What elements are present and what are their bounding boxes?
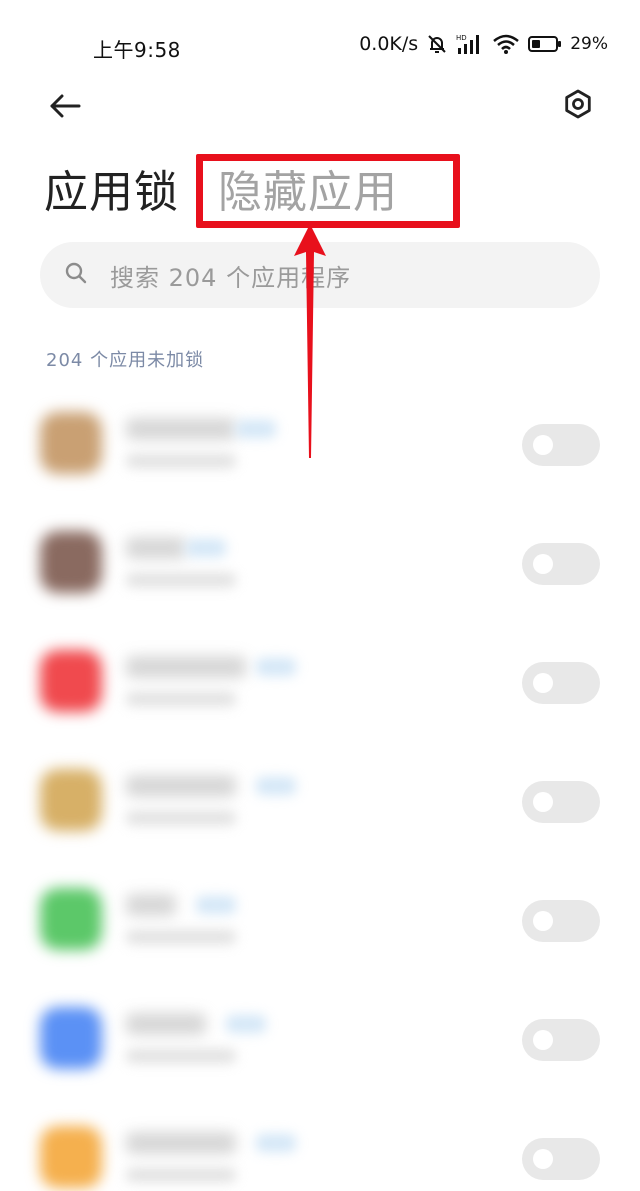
app-list-item[interactable] xyxy=(0,1098,640,1191)
app-tag-blurred xyxy=(256,1134,296,1152)
toggle-knob xyxy=(533,673,553,693)
app-icon xyxy=(40,888,102,950)
app-name-blurred xyxy=(126,775,236,797)
app-tag-blurred xyxy=(236,420,276,438)
toggle-knob xyxy=(533,911,553,931)
annotation-highlight-box xyxy=(196,154,460,228)
app-icon xyxy=(40,1126,102,1188)
app-subtitle-blurred xyxy=(126,811,236,825)
app-name-blurred xyxy=(126,656,246,678)
search-icon xyxy=(64,261,88,289)
wifi-icon xyxy=(492,33,520,55)
app-list-item[interactable] xyxy=(0,860,640,979)
app-name-blurred xyxy=(126,1013,206,1035)
battery-percent: 29% xyxy=(570,34,608,54)
arrow-left-icon xyxy=(49,94,81,122)
battery-icon xyxy=(528,35,562,53)
app-name-blurred xyxy=(126,418,236,440)
lock-toggle[interactable] xyxy=(522,424,600,466)
app-icon xyxy=(40,531,102,593)
network-speed: 0.0K/s xyxy=(359,33,419,55)
app-list-item[interactable] xyxy=(0,384,640,503)
app-tag-blurred xyxy=(256,658,296,676)
back-button[interactable] xyxy=(40,88,90,128)
page-title[interactable]: 应用锁 xyxy=(44,156,179,220)
app-subtitle-blurred xyxy=(126,573,236,587)
hexagon-settings-icon xyxy=(563,89,593,123)
app-tag-blurred xyxy=(226,1015,266,1033)
app-icon xyxy=(40,769,102,831)
toggle-knob xyxy=(533,554,553,574)
app-name-blurred xyxy=(126,1132,236,1154)
lock-toggle[interactable] xyxy=(522,900,600,942)
app-tag-blurred xyxy=(186,539,226,557)
toggle-knob xyxy=(533,1030,553,1050)
app-name-blurred xyxy=(126,537,186,559)
toggle-knob xyxy=(533,1149,553,1169)
mute-bell-icon xyxy=(426,33,448,55)
lock-toggle[interactable] xyxy=(522,1019,600,1061)
app-subtitle-blurred xyxy=(126,1168,236,1182)
app-icon xyxy=(40,650,102,712)
status-time: 上午9:58 xyxy=(93,38,181,62)
app-icon xyxy=(40,1007,102,1069)
app-list-item[interactable] xyxy=(0,979,640,1098)
app-name-blurred xyxy=(126,894,176,916)
app-subtitle-blurred xyxy=(126,454,236,468)
app-list-item[interactable] xyxy=(0,503,640,622)
lock-toggle[interactable] xyxy=(522,543,600,585)
app-tag-blurred xyxy=(256,777,296,795)
settings-button[interactable] xyxy=(556,84,600,128)
lock-toggle[interactable] xyxy=(522,781,600,823)
lock-toggle[interactable] xyxy=(522,662,600,704)
app-list xyxy=(0,384,640,1191)
section-header: 204 个应用未加锁 xyxy=(46,350,205,371)
app-icon xyxy=(40,412,102,474)
status-bar: 上午9:58 0.0K/s HD 29% xyxy=(0,0,640,88)
app-list-item[interactable] xyxy=(0,741,640,860)
app-list-item[interactable] xyxy=(0,622,640,741)
app-subtitle-blurred xyxy=(126,930,236,944)
toggle-knob xyxy=(533,435,553,455)
app-subtitle-blurred xyxy=(126,1049,236,1063)
title-row: 应用锁 xyxy=(44,158,179,218)
status-indicators: 0.0K/s HD 29% xyxy=(359,30,608,58)
toggle-knob xyxy=(533,792,553,812)
app-tag-blurred xyxy=(196,896,236,914)
app-subtitle-blurred xyxy=(126,692,236,706)
hd-signal-icon: HD xyxy=(456,32,484,56)
lock-toggle[interactable] xyxy=(522,1138,600,1180)
svg-text:HD: HD xyxy=(456,34,467,42)
